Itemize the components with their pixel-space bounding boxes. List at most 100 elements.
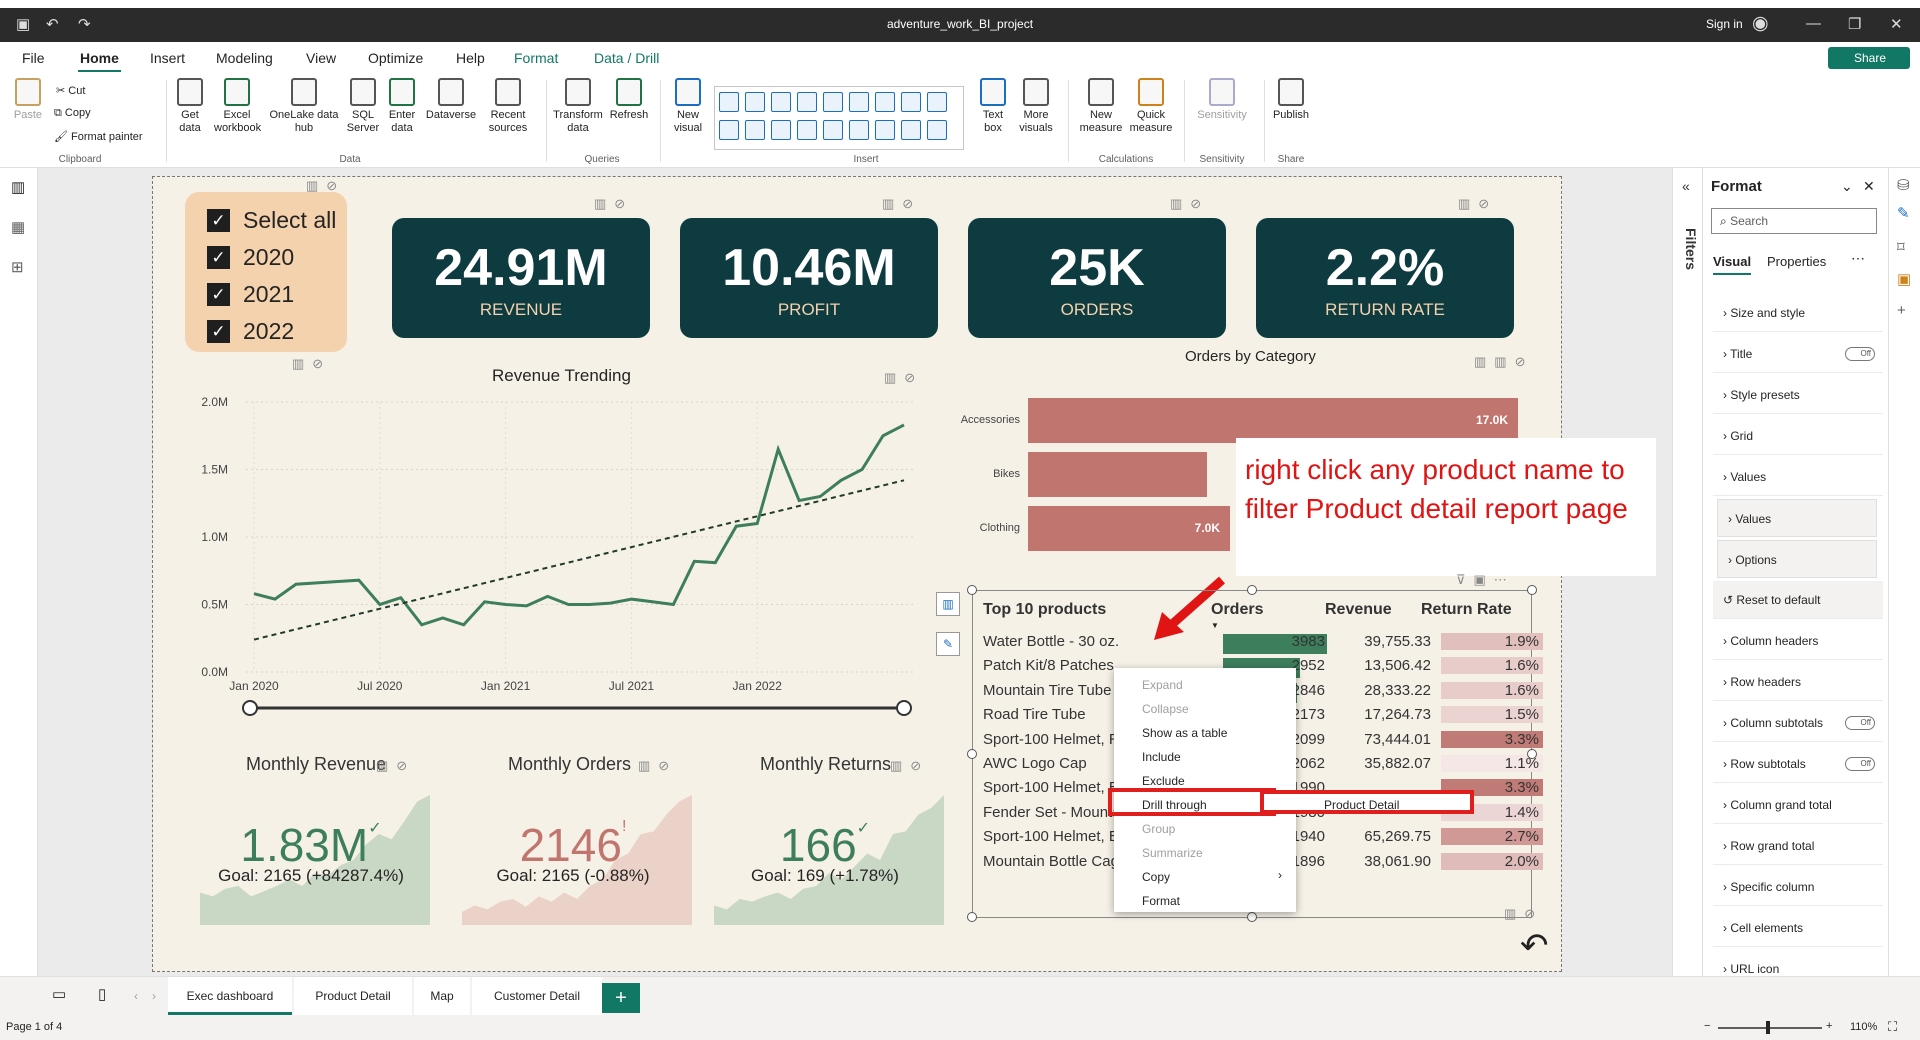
visual-header-icons[interactable]: ▥⊘ — [890, 758, 929, 774]
account-icon[interactable]: ◉ — [1752, 12, 1769, 35]
resize-handle[interactable] — [1527, 749, 1537, 759]
format-section-style-presets[interactable]: › Style presets — [1713, 376, 1883, 414]
format-section-values[interactable]: › Values — [1713, 458, 1883, 496]
zoom-in-icon[interactable]: + — [1826, 1020, 1832, 1032]
context-menu-item-show-as-a-table[interactable]: Show as a table — [1142, 726, 1227, 740]
visual-header-icons[interactable]: ▥⊘ — [638, 758, 677, 774]
checkbox-icon[interactable]: ✓ — [207, 320, 230, 343]
toggle-switch[interactable]: Off — [1845, 757, 1875, 771]
text-box-button[interactable]: Text box — [974, 78, 1012, 135]
context-menu-item-group[interactable]: Group — [1142, 822, 1175, 836]
build-visual-icon[interactable]: ▥ — [936, 592, 960, 616]
visual-header-icons[interactable]: ▥⊘ — [884, 370, 923, 386]
tab-visual[interactable]: Visual — [1713, 254, 1752, 275]
checkbox-icon[interactable]: ✓ — [207, 283, 230, 306]
copy-button[interactable]: ⧉ Copy — [54, 107, 91, 120]
prev-page-icon[interactable]: ‹ — [134, 989, 138, 1003]
add-pane-icon[interactable]: + — [1897, 302, 1906, 319]
visual-header-icons[interactable]: ▥⊘ — [376, 758, 415, 774]
add-page-button[interactable]: + — [602, 983, 640, 1013]
enter-data-button[interactable]: Enter data — [384, 78, 420, 135]
more-options-icon[interactable]: ⋯ — [1851, 250, 1865, 267]
context-menu-item-include[interactable]: Include — [1142, 750, 1181, 764]
tab-data-drill[interactable]: Data / Drill — [594, 50, 659, 66]
tab-home[interactable]: Home — [78, 50, 121, 73]
resize-handle[interactable] — [1527, 585, 1537, 595]
onelake-button[interactable]: OneLake data hub — [266, 78, 342, 135]
resize-handle[interactable] — [967, 912, 977, 922]
visual-header-icons[interactable]: ▥⊘ — [594, 196, 633, 212]
tab-view[interactable]: View — [306, 50, 336, 66]
tab-insert[interactable]: Insert — [150, 50, 185, 66]
column-header-revenue[interactable]: Revenue — [1325, 601, 1392, 619]
resize-handle[interactable] — [967, 749, 977, 759]
range-handle-start[interactable] — [242, 700, 258, 716]
tab-modeling[interactable]: Modeling — [216, 50, 273, 66]
format-section-reset-to-default[interactable]: ↺ Reset to default — [1713, 581, 1883, 619]
visual-header-icons[interactable]: ⊽▣⋯ — [1456, 572, 1515, 588]
recent-sources-button[interactable]: Recent sources — [482, 78, 534, 135]
format-section-column-subtotals[interactable]: › Column subtotals Off — [1713, 704, 1883, 742]
checkbox-icon[interactable]: ✓ — [207, 246, 230, 269]
revenue-line[interactable] — [253, 423, 905, 627]
slicer-item[interactable]: ✓ 2020 — [207, 239, 347, 276]
context-menu-item-expand[interactable]: Expand — [1142, 678, 1183, 692]
more-visuals-button[interactable]: More visuals — [1016, 78, 1056, 135]
visual-header-icons[interactable]: ▥⊘ — [882, 196, 921, 212]
paste-button[interactable]: Paste — [10, 78, 46, 122]
toggle-switch[interactable]: Off — [1845, 716, 1875, 730]
fit-to-page-icon[interactable]: ⛶ — [1888, 1019, 1897, 1035]
desktop-layout-icon[interactable]: ▭ — [52, 985, 66, 1003]
column-header-orders[interactable]: Orders — [1211, 601, 1263, 619]
toggle-switch[interactable]: Off — [1845, 347, 1875, 361]
data-pane-icon[interactable]: ⛁ — [1897, 176, 1910, 194]
back-arrow-icon[interactable]: ↶ — [1520, 926, 1549, 966]
format-section-row-subtotals[interactable]: › Row subtotals Off — [1713, 745, 1883, 783]
report-view-icon[interactable]: ▥ — [11, 178, 25, 196]
slicer-item[interactable]: ✓ Select all — [207, 202, 347, 239]
visual-header-icons[interactable]: ▥⊘ — [1170, 196, 1209, 212]
format-section-size-and-style[interactable]: › Size and style — [1713, 294, 1883, 332]
resize-handle[interactable] — [967, 585, 977, 595]
page-tab-exec-dashboard[interactable]: Exec dashboard — [168, 977, 292, 1015]
context-menu-item-exclude[interactable]: Exclude — [1142, 774, 1185, 788]
checkbox-icon[interactable]: ✓ — [207, 209, 230, 232]
model-view-icon[interactable]: ⊞ — [11, 258, 24, 276]
zoom-out-icon[interactable]: − — [1704, 1020, 1710, 1032]
format-pane-icon[interactable]: ✎ — [1897, 204, 1910, 222]
get-data-button[interactable]: Get data — [170, 78, 210, 135]
format-section-title[interactable]: › Title Off — [1713, 335, 1883, 373]
refresh-button[interactable]: Refresh — [606, 78, 652, 122]
collapse-icon[interactable]: « — [1682, 178, 1690, 194]
category-bar[interactable]: 17.0K — [1028, 398, 1518, 443]
sql-server-button[interactable]: SQL Server — [346, 78, 380, 135]
chevron-down-icon[interactable]: ⌄ — [1841, 178, 1853, 195]
slicer-item[interactable]: ✓ 2021 — [207, 276, 347, 313]
new-visual-button[interactable]: New visual — [668, 78, 708, 135]
close-icon[interactable]: ✕ — [1863, 178, 1875, 195]
quick-measure-button[interactable]: Quick measure — [1126, 78, 1176, 135]
tab-file[interactable]: File — [22, 50, 45, 66]
context-menu-item-collapse[interactable]: Collapse — [1142, 702, 1189, 716]
selection-icon[interactable]: ▣ — [1897, 270, 1911, 288]
restore-icon[interactable]: ❐ — [1848, 15, 1861, 33]
format-search-input[interactable]: ⌕ Search — [1711, 208, 1877, 234]
drill-through-submenu-item[interactable]: Product Detail — [1260, 790, 1474, 814]
format-visual-icon[interactable]: ✎ — [936, 632, 960, 656]
visual-gallery[interactable] — [714, 86, 964, 150]
context-menu-item-summarize[interactable]: Summarize — [1142, 846, 1203, 860]
minimize-icon[interactable]: — — [1806, 15, 1821, 32]
resize-handle[interactable] — [1247, 585, 1257, 595]
kpi-card-orders[interactable]: 25K ORDERS — [968, 218, 1226, 338]
column-header-return-rate[interactable]: Return Rate — [1421, 601, 1512, 619]
visual-header-icons[interactable]: ▥⊘ — [306, 178, 345, 194]
publish-button[interactable]: Publish — [1268, 78, 1314, 122]
context-menu-item-format[interactable]: Format — [1142, 894, 1180, 908]
tab-properties[interactable]: Properties — [1767, 254, 1826, 269]
visual-header-icons[interactable]: ▥⊘ — [1458, 196, 1497, 212]
new-measure-button[interactable]: New measure — [1076, 78, 1126, 135]
tab-format[interactable]: Format — [514, 50, 558, 66]
format-section-row-headers[interactable]: › Row headers — [1713, 663, 1883, 701]
tab-help[interactable]: Help — [456, 50, 485, 66]
format-section-values[interactable]: › Values — [1717, 499, 1877, 537]
